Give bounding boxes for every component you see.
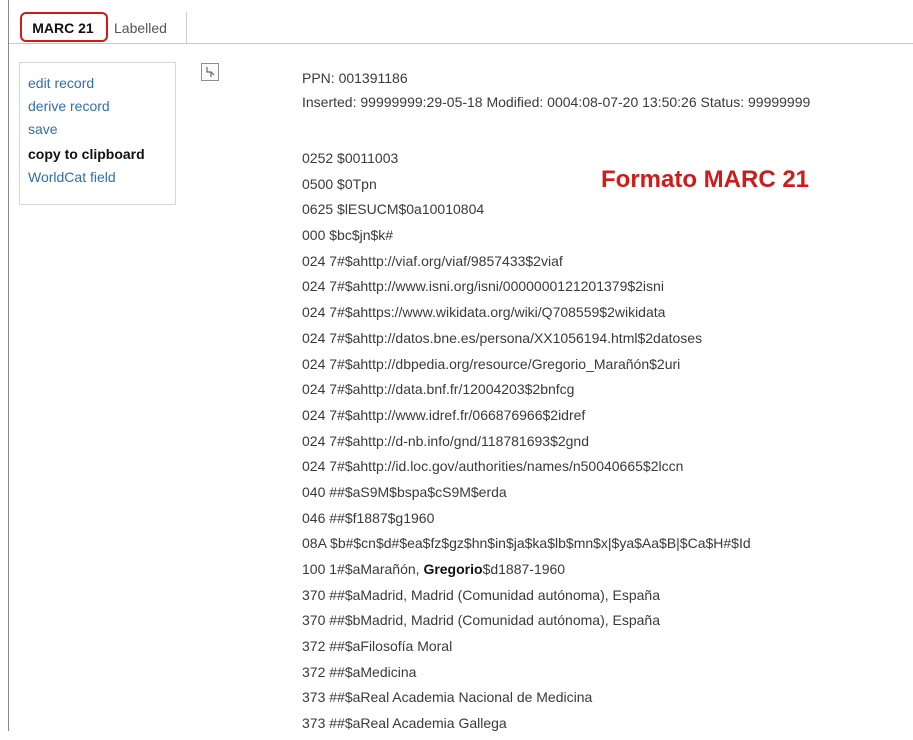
marc-field-text: 024 7#$ahttp://data.bnf.fr/12004203$2bnf…	[302, 381, 575, 398]
marc-field-line: 373 ##$aReal Academia Gallega	[302, 714, 751, 740]
pin-icon[interactable]	[201, 63, 219, 81]
marc-field-line: 024 7#$ahttp://data.bnf.fr/12004203$2bnf…	[302, 380, 751, 406]
marc-field-line: 024 7#$ahttp://dbpedia.org/resource/Greg…	[302, 355, 751, 381]
marc-field-text: 046 ##$f1887$g1960	[302, 509, 435, 526]
marc-field-line: 373 ##$aReal Academia Nacional de Medici…	[302, 688, 751, 714]
marc-field-text: 0625 $lESUCM$0a10010804	[302, 201, 485, 218]
window-frame	[8, 0, 9, 731]
marc-field-line: 000 $bc$jn$k#	[302, 226, 751, 252]
marc-fields: 0252 $0011003 0500 $0Tpn 0625 $lESUCM$0a10…	[302, 149, 751, 740]
marc-field-line: 024 7#$ahttp://www.isni.org/isni/0000000…	[302, 277, 751, 303]
marc-field-line: 024 7#$ahttp://www.idref.fr/066876966$2i…	[302, 406, 751, 432]
marc-field-text: 024 7#$ahttp://datos.bne.es/persona/XX10…	[302, 329, 703, 346]
tab-bar-border	[9, 43, 913, 44]
tab-bar: MARC 21 Labelled	[9, 10, 913, 44]
marc-field-text: 000 $bc$jn$k#	[302, 227, 394, 244]
marc-field-text: 024 7#$ahttp://dbpedia.org/resource/Greg…	[302, 355, 681, 372]
worldcat-field-link[interactable]: WorldCat field	[28, 166, 175, 189]
marc-field-line: 024 7#$ahttp://id.loc.gov/authorities/na…	[302, 457, 751, 483]
marc-field-text: 040 ##$aS9M$bspa$cS9M$erda	[302, 483, 507, 500]
marc-field-text: 370 ##$aMadrid, Madrid (Comunidad autóno…	[302, 586, 660, 603]
marc-field-line: 040 ##$aS9M$bspa$cS9M$erda	[302, 483, 751, 509]
ppn-line: PPN: 001391186	[302, 70, 408, 86]
save-link[interactable]: save	[28, 118, 175, 141]
marc-field-text: 370 ##$bMadrid, Madrid (Comunidad autóno…	[302, 612, 660, 629]
edit-record-link[interactable]: edit record	[28, 72, 175, 95]
marc-field-text: 372 ##$aFilosofía Moral	[302, 638, 453, 655]
marc-field-line: 046 ##$f1887$g1960	[302, 509, 751, 535]
marc-field-text: 373 ##$aReal Academia Nacional de Medici…	[302, 689, 593, 706]
marc-field-text: 372 ##$aMedicina	[302, 663, 417, 680]
marc-field-line: 024 7#$ahttp://d-nb.info/gnd/118781693$2…	[302, 432, 751, 458]
marc-field-line: 372 ##$aMedicina	[302, 663, 751, 689]
marc-field-text: 024 7#$ahttp://www.isni.org/isni/0000000…	[302, 278, 664, 295]
marc-field-text: 0252 $0011003	[302, 150, 399, 166]
status-line: Inserted: 99999999:29-05-18 Modified: 00…	[302, 94, 811, 110]
record-actions-panel: edit record derive record save copy to c…	[19, 62, 176, 205]
marc-field-text: 08A $b#$cn$d#$ea$fz$gz$hn$in$ja$ka$lb$mn…	[302, 535, 751, 552]
marc-field-line: 08A $b#$cn$d#$ea$fz$gz$hn$in$ja$ka$lb$mn…	[302, 534, 751, 560]
marc-field-text: 373 ##$aReal Academia Gallega	[302, 715, 507, 732]
marc-field-text: 024 7#$ahttp://d-nb.info/gnd/118781693$2…	[302, 432, 589, 449]
marc-field-text: 0500 $0Tpn	[302, 175, 377, 192]
derive-record-link[interactable]: derive record	[28, 95, 175, 118]
marc-field-line: 024 7#$ahttp://viaf.org/viaf/9857433$2vi…	[302, 252, 751, 278]
format-annotation: Formato MARC 21	[601, 166, 810, 193]
marc-field-text: 024 7#$ahttp://www.idref.fr/066876966$2i…	[302, 406, 586, 423]
marc-field-line: 0625 $lESUCM$0a10010804	[302, 200, 751, 226]
marc-field-text: 024 7#$ahttps://www.wikidata.org/wiki/Q7…	[302, 304, 666, 321]
marc-field-line: 370 ##$bMadrid, Madrid (Comunidad autóno…	[302, 611, 751, 637]
marc-field-line: 024 7#$ahttps://www.wikidata.org/wiki/Q7…	[302, 303, 751, 329]
marc-field-bold: Gregorio	[423, 561, 483, 577]
marc-field-text: 100 1#$aMarañón,	[302, 561, 424, 577]
marc-field-line: 370 ##$aMadrid, Madrid (Comunidad autóno…	[302, 586, 751, 612]
marc-field-line: 024 7#$ahttp://datos.bne.es/persona/XX10…	[302, 329, 751, 355]
marc-field-line: 372 ##$aFilosofía Moral	[302, 637, 751, 663]
tab-divider	[186, 12, 187, 44]
marc-field-tail: $d1887-1960	[482, 561, 566, 577]
tab-marc21[interactable]: MARC 21	[21, 16, 105, 40]
marc-field-text: 024 7#$ahttp://id.loc.gov/authorities/na…	[302, 458, 684, 475]
tab-labelled[interactable]: Labelled	[114, 16, 167, 40]
marc-field-line: 100 1#$aMarañón, Gregorio$d1887-1960	[302, 560, 751, 586]
copy-to-clipboard-link[interactable]: copy to clipboard	[28, 143, 175, 166]
marc-field-text: 024 7#$ahttp://viaf.org/viaf/9857433$2vi…	[302, 252, 563, 269]
